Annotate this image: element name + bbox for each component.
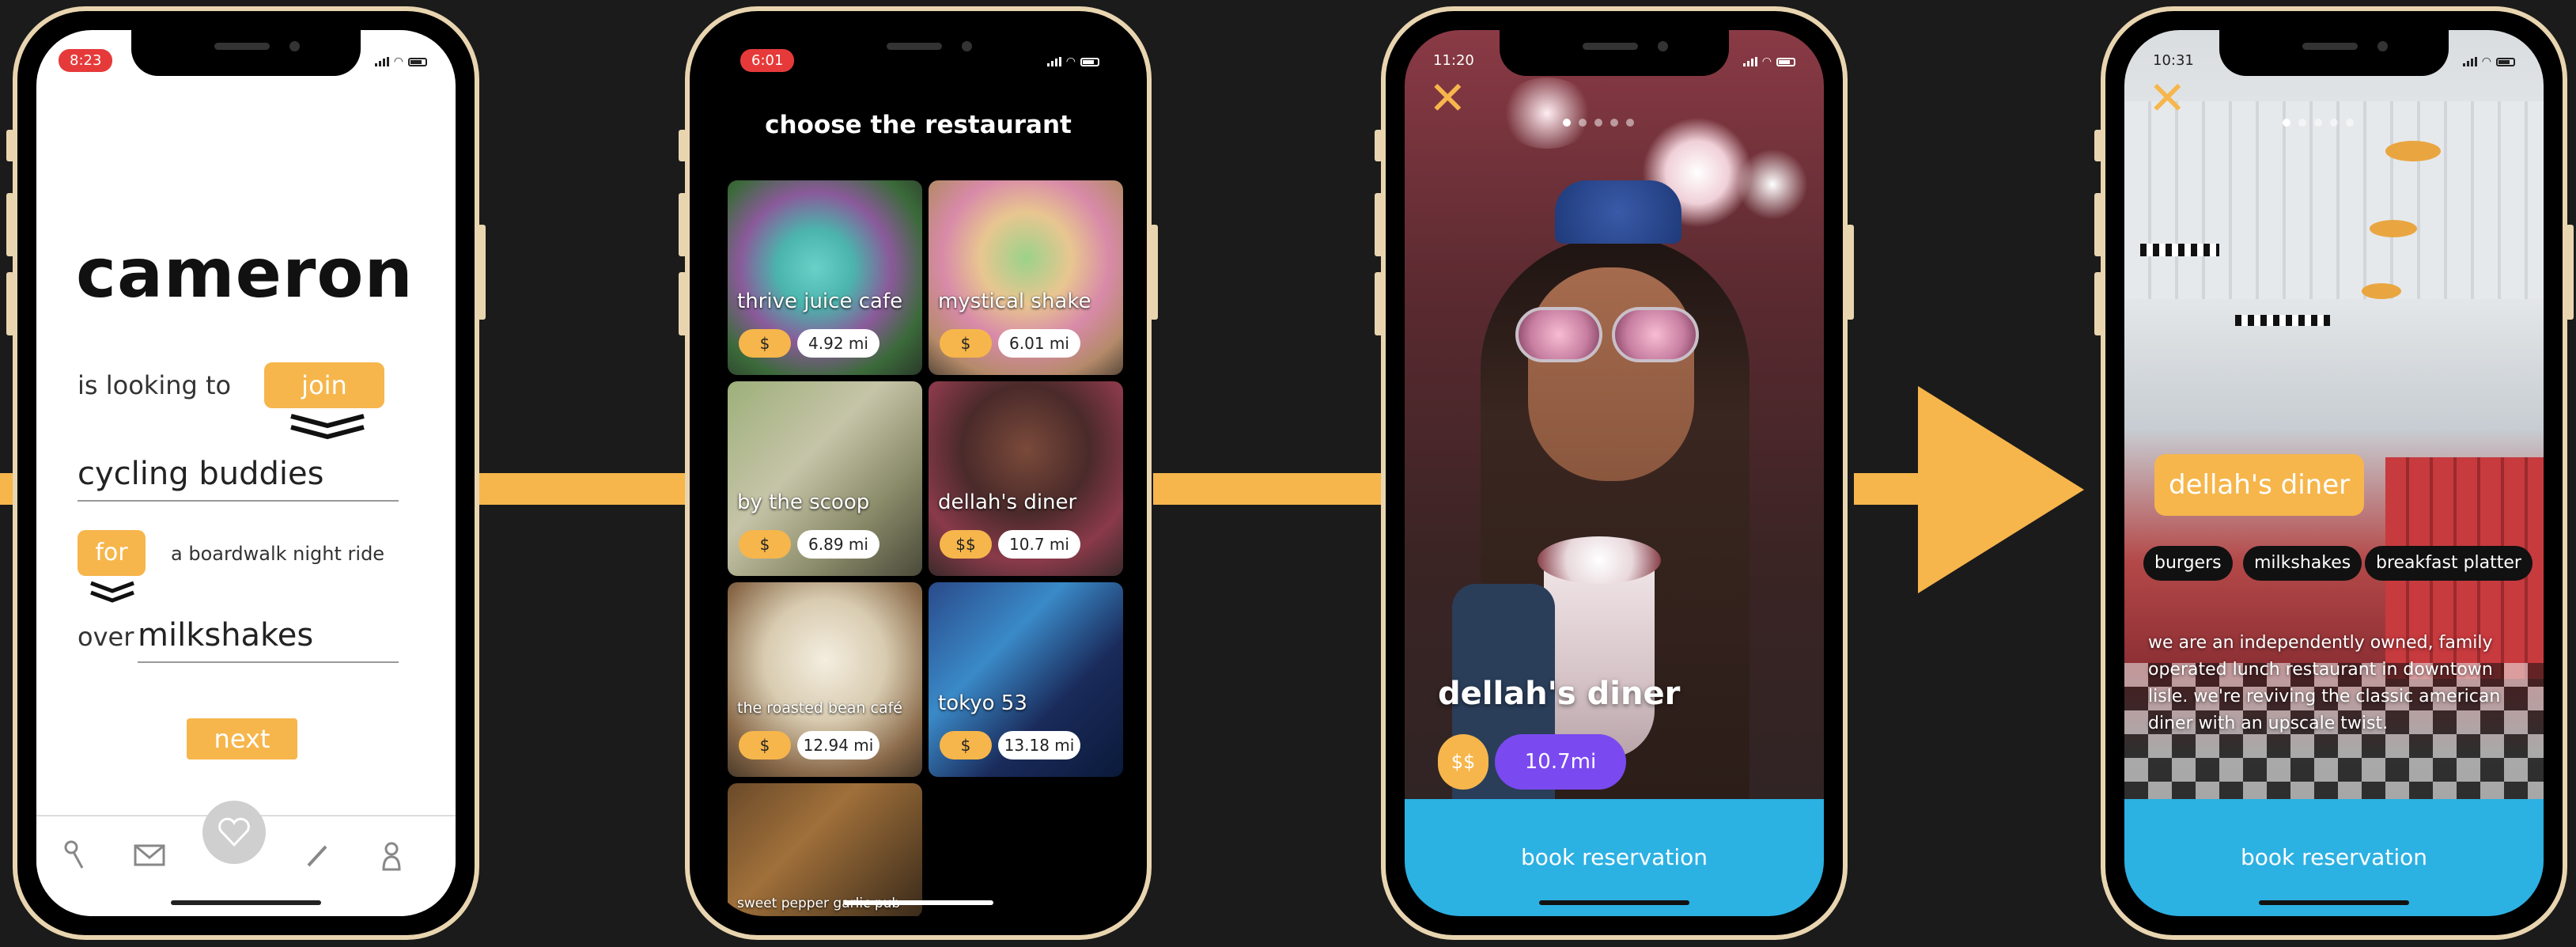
chevron-down-icon[interactable] bbox=[288, 413, 367, 440]
status-time: 8:23 bbox=[59, 49, 113, 72]
screen-restaurant-details: 10:31 ◠ ✕ dellah's diner burgers milksha… bbox=[2124, 30, 2544, 916]
distance-badge: 13.18 mi bbox=[998, 731, 1080, 759]
heart-icon bbox=[218, 817, 250, 847]
restaurant-name: tokyo 53 bbox=[938, 691, 1027, 715]
distance-badge: 12.94 mi bbox=[797, 731, 879, 759]
user-icon bbox=[382, 842, 401, 871]
tab-key[interactable] bbox=[54, 835, 93, 875]
price-badge: $ bbox=[940, 329, 992, 358]
restaurant-name: mystical shake bbox=[938, 290, 1091, 313]
for-pill[interactable]: for bbox=[78, 530, 146, 576]
screen-create-plan: 8:23 ◠ cameron is looking to join cyclin… bbox=[36, 30, 456, 916]
restaurant-name: dellah's diner bbox=[1438, 676, 1681, 712]
phone-2: 6:01 ◠ choose the restaurant thrive juic… bbox=[679, 6, 1158, 940]
user-name: cameron bbox=[76, 234, 414, 313]
occasion-text: a boardwalk night ride bbox=[171, 543, 385, 565]
chevron-down-icon[interactable] bbox=[89, 581, 136, 603]
distance-badge: 6.89 mi bbox=[797, 530, 879, 559]
distance-badge: 10.7 mi bbox=[998, 530, 1080, 559]
tag-chip[interactable]: breakfast platter bbox=[2365, 546, 2532, 581]
price-badge: $$ bbox=[1438, 734, 1488, 790]
page-title: choose the restaurant bbox=[765, 111, 1072, 139]
flow-connector-3 bbox=[1153, 473, 1387, 505]
close-icon[interactable]: ✕ bbox=[1428, 71, 1467, 125]
price-badge: $ bbox=[739, 731, 791, 759]
price-badge: $ bbox=[940, 731, 992, 759]
distance-badge: 6.01 mi bbox=[998, 329, 1080, 358]
status-time: 6:01 bbox=[740, 49, 795, 72]
tag-chip[interactable]: burgers bbox=[2143, 546, 2233, 581]
restaurant-card[interactable]: the roasted bean café $ 12.94 mi bbox=[728, 582, 922, 777]
restaurant-card[interactable]: dellah's diner $$ 10.7 mi bbox=[929, 381, 1123, 576]
treat-field[interactable]: milkshakes bbox=[138, 617, 313, 653]
key-icon bbox=[64, 840, 84, 869]
restaurant-card[interactable]: sweet pepper garlic pub bbox=[728, 783, 922, 916]
status-icons: ◠ bbox=[2462, 55, 2515, 68]
book-reservation-button[interactable]: book reservation bbox=[1405, 799, 1824, 916]
restaurant-card[interactable]: thrive juice cafe $ 4.92 mi bbox=[728, 180, 922, 375]
phone-1: 8:23 ◠ cameron is looking to join cyclin… bbox=[6, 6, 486, 940]
tab-edit[interactable] bbox=[297, 835, 337, 875]
status-time: 10:31 bbox=[2153, 52, 2194, 69]
close-icon[interactable]: ✕ bbox=[2148, 71, 2187, 125]
restaurant-name: thrive juice cafe bbox=[737, 290, 903, 313]
restaurant-description: we are an independently owned, family op… bbox=[2148, 633, 2501, 733]
next-button[interactable]: next bbox=[187, 718, 297, 759]
price-badge: $ bbox=[739, 329, 791, 358]
pencil-icon bbox=[307, 845, 327, 867]
price-badge: $ bbox=[739, 530, 791, 559]
restaurant-name: by the scoop bbox=[737, 491, 870, 514]
book-reservation-button[interactable]: book reservation bbox=[2124, 799, 2544, 916]
over-label: over bbox=[78, 622, 134, 652]
restaurant-name: the roasted bean café bbox=[737, 699, 902, 717]
flow-arrow-icon bbox=[1918, 386, 2084, 593]
distance-badge: 10.7mi bbox=[1495, 734, 1626, 790]
status-icons: ◠ bbox=[1742, 55, 1795, 68]
phone-4: 10:31 ◠ ✕ dellah's diner burgers milksha… bbox=[2094, 6, 2574, 940]
status-icons: ◠ bbox=[1046, 55, 1099, 68]
tag-chip[interactable]: milkshakes bbox=[2243, 546, 2362, 581]
restaurant-name: dellah's diner bbox=[2154, 454, 2365, 516]
restaurant-card[interactable]: mystical shake $ 6.01 mi bbox=[929, 180, 1123, 375]
restaurant-card[interactable]: tokyo 53 $ 13.18 mi bbox=[929, 582, 1123, 777]
mail-icon bbox=[134, 844, 165, 866]
tab-home[interactable] bbox=[202, 801, 266, 864]
tab-mail[interactable] bbox=[130, 835, 169, 875]
tab-profile[interactable] bbox=[372, 835, 411, 875]
restaurant-card[interactable]: by the scoop $ 6.89 mi bbox=[728, 381, 922, 576]
activity-field[interactable]: cycling buddies bbox=[78, 456, 323, 492]
screen-choose-restaurant: 6:01 ◠ choose the restaurant thrive juic… bbox=[709, 30, 1128, 916]
looking-to-label: is looking to bbox=[78, 370, 232, 400]
status-time: 11:20 bbox=[1433, 52, 1474, 69]
flow-connector-2 bbox=[479, 473, 687, 505]
status-icons: ◠ bbox=[374, 55, 427, 68]
photo-page-dots bbox=[1563, 119, 1634, 127]
action-pill-join[interactable]: join bbox=[264, 362, 384, 408]
price-badge: $$ bbox=[940, 530, 992, 559]
screen-restaurant-preview: 11:20 ◠ ✕ dellah's diner $$ 10.7mi book … bbox=[1405, 30, 1824, 916]
flow-connector-4 bbox=[1854, 473, 1925, 505]
distance-badge: 4.92 mi bbox=[797, 329, 879, 358]
phone-3: 11:20 ◠ ✕ dellah's diner $$ 10.7mi book … bbox=[1375, 6, 1854, 940]
photo-page-dots bbox=[2283, 119, 2354, 127]
restaurant-name: dellah's diner bbox=[938, 491, 1077, 514]
